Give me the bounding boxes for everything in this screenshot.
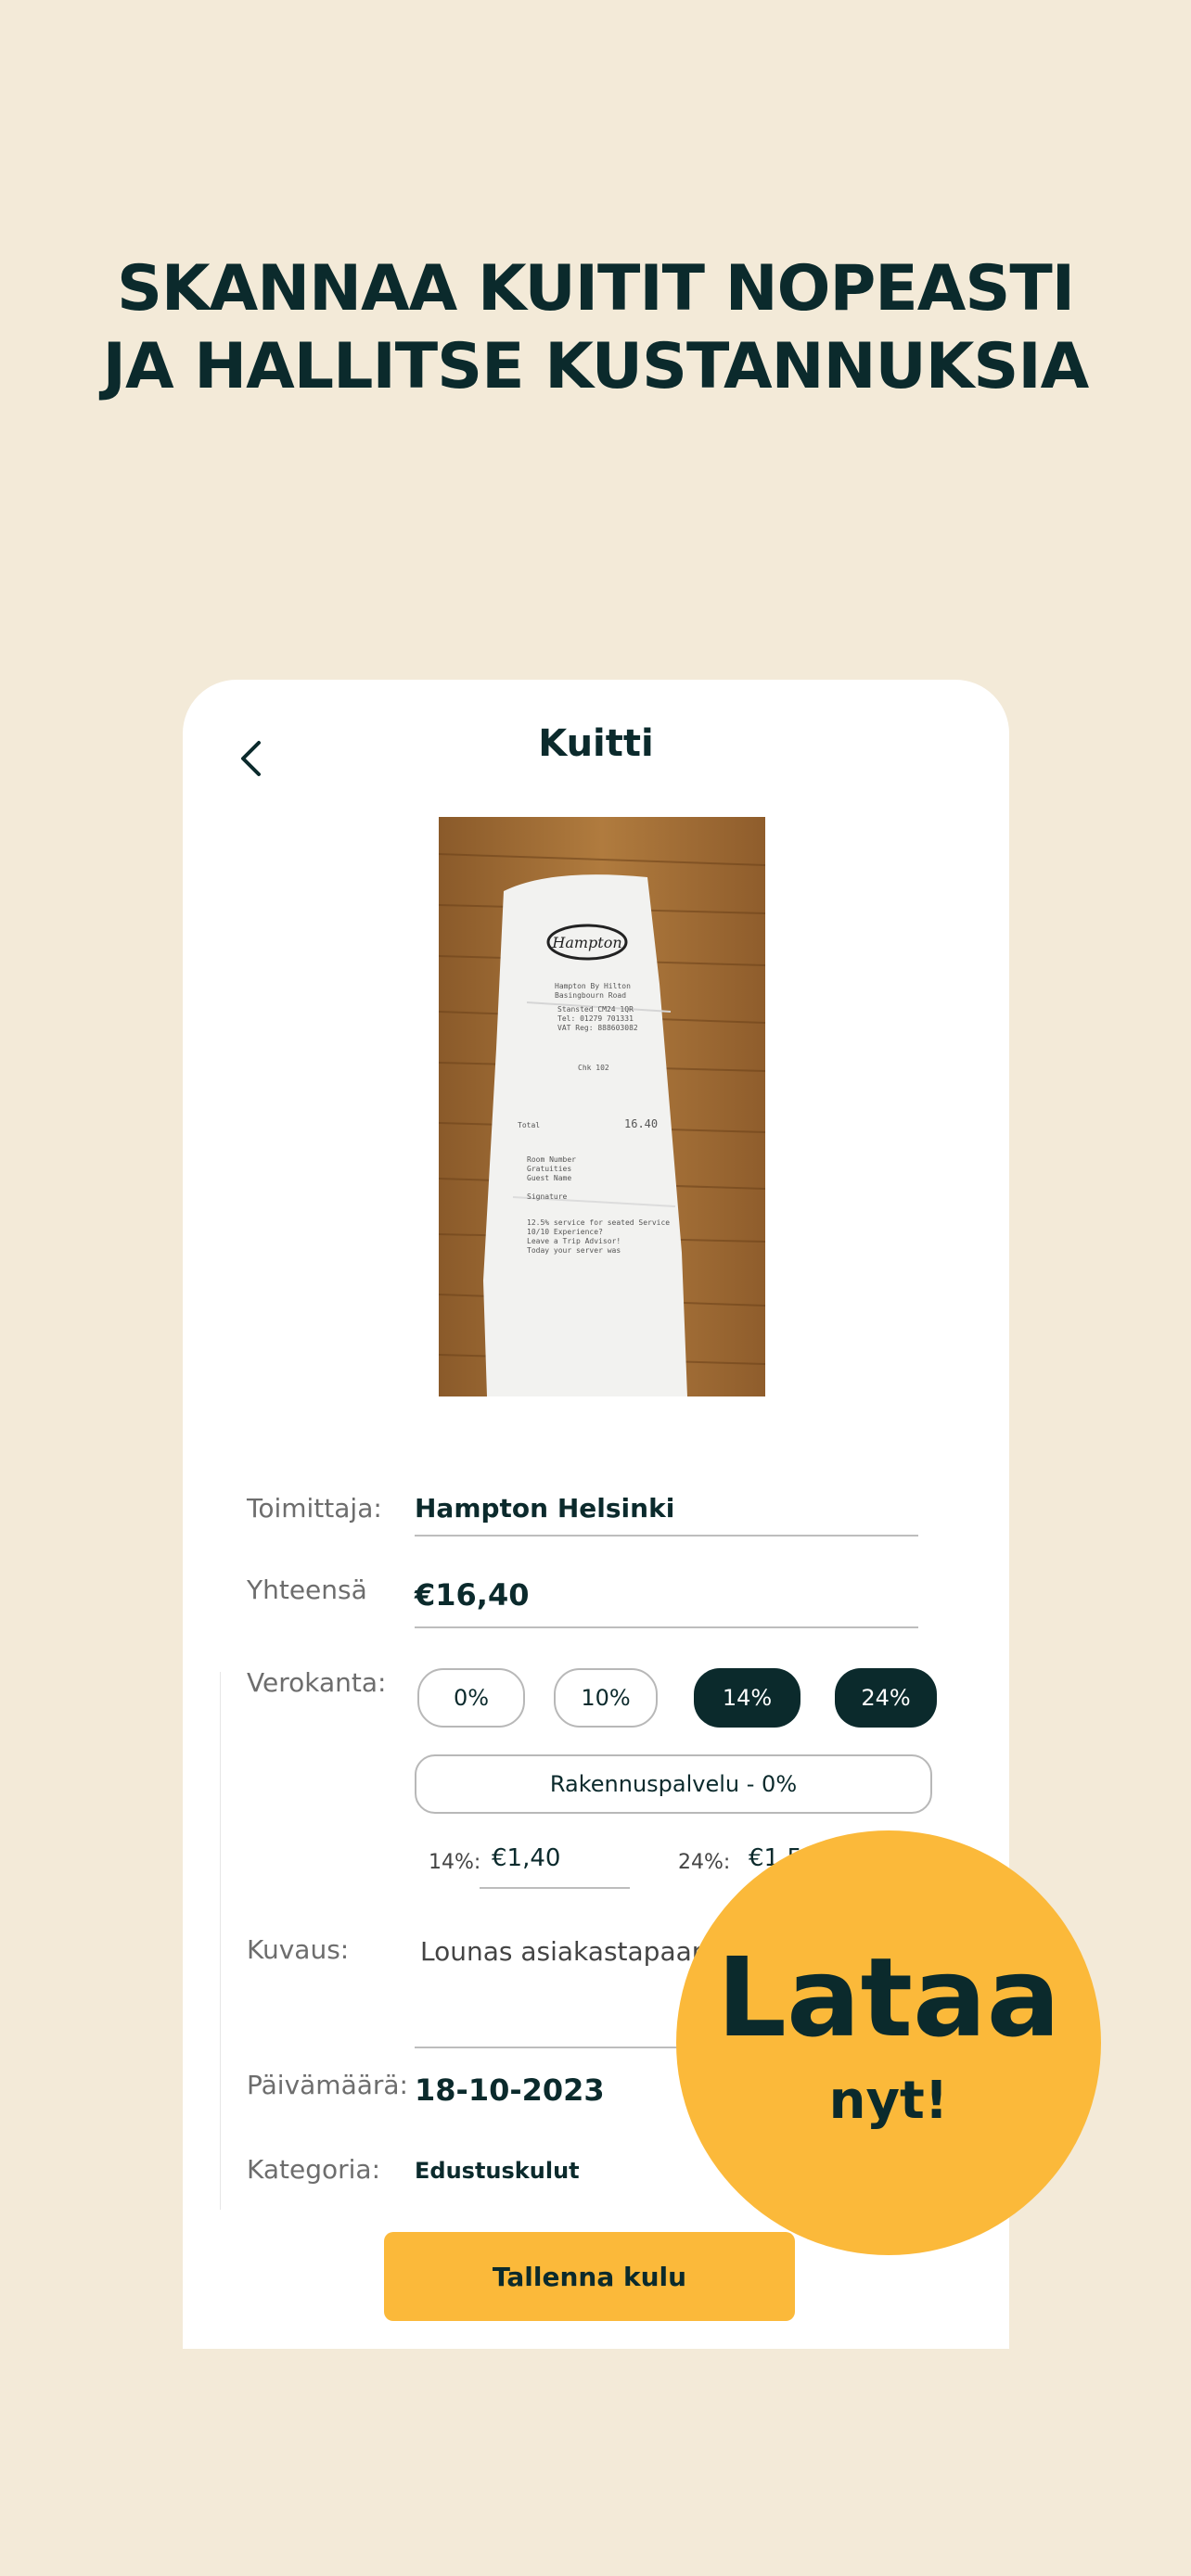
svg-text:16.40: 16.40 — [624, 1117, 658, 1130]
svg-text:12.5% service for seated Servi: 12.5% service for seated Service — [527, 1218, 670, 1227]
headline-line-2: JA HALLITSE KUSTANNUKSIA — [102, 330, 1090, 403]
svg-text:VAT Reg: 888603082: VAT Reg: 888603082 — [557, 1024, 638, 1032]
date-label: Päivämäärä: — [247, 2070, 408, 2100]
vat14-underline — [480, 1887, 630, 1889]
construction-service-option[interactable]: Rakennuspalvelu - 0% — [415, 1754, 932, 1814]
vat-option-10[interactable]: 10% — [554, 1668, 658, 1728]
headline: SKANNAA KUITIT NOPEASTI JA HALLITSE KUST… — [0, 250, 1191, 406]
svg-text:Guest Name: Guest Name — [527, 1174, 571, 1182]
svg-text:Tel: 01279 701331: Tel: 01279 701331 — [557, 1014, 634, 1023]
description-label: Kuvaus: — [247, 1934, 350, 1965]
total-underline — [415, 1626, 918, 1628]
category-label: Kategoria: — [247, 2154, 381, 2185]
total-value[interactable]: €16,40 — [415, 1577, 529, 1613]
badge-title: Lataa — [716, 1933, 1061, 2061]
vat-option-0[interactable]: 0% — [417, 1668, 525, 1728]
svg-text:Basingbourn Road: Basingbourn Road — [555, 991, 626, 1000]
vat-label: Verokanta: — [247, 1667, 387, 1698]
vat14-input[interactable]: €1,40 — [492, 1844, 560, 1872]
vat24-label: 24%: — [678, 1851, 731, 1874]
headline-line-1: SKANNAA KUITIT NOPEASTI — [116, 252, 1075, 325]
receipt-photo[interactable]: Hampton Hampton By Hilton Basingbourn Ro… — [438, 817, 766, 1396]
save-expense-button[interactable]: Tallenna kulu — [384, 2232, 795, 2321]
form-divider — [220, 1672, 221, 2210]
svg-text:Signature: Signature — [527, 1192, 568, 1201]
vat14-label: 14%: — [429, 1851, 481, 1874]
svg-text:Stansted CM24 1QR: Stansted CM24 1QR — [557, 1005, 634, 1014]
supplier-label: Toimittaja: — [247, 1493, 382, 1524]
badge-subtitle: nyt! — [828, 2071, 949, 2131]
svg-text:Hampton By Hilton: Hampton By Hilton — [555, 982, 631, 990]
download-now-badge[interactable]: Lataa nyt! — [676, 1830, 1101, 2255]
svg-text:Today your server was: Today your server was — [527, 1246, 621, 1255]
vat-option-24[interactable]: 24% — [835, 1668, 937, 1728]
total-label: Yhteensä — [247, 1575, 367, 1605]
vat-option-14[interactable]: 14% — [694, 1668, 800, 1728]
svg-text:10/10 Experience?: 10/10 Experience? — [527, 1228, 603, 1236]
svg-text:Total: Total — [518, 1121, 540, 1129]
svg-text:Chk 102: Chk 102 — [578, 1064, 609, 1072]
category-value[interactable]: Edustuskulut — [415, 2158, 580, 2184]
supplier-value[interactable]: Hampton Helsinki — [415, 1493, 674, 1524]
svg-text:Leave a Trip Advisor!: Leave a Trip Advisor! — [527, 1237, 621, 1245]
svg-text:Gratuities: Gratuities — [527, 1165, 571, 1173]
svg-text:Room Number: Room Number — [527, 1155, 576, 1164]
receipt-brand: Hampton — [551, 934, 621, 951]
supplier-underline — [415, 1535, 918, 1537]
date-value[interactable]: 18-10-2023 — [415, 2072, 605, 2108]
screen-title: Kuitti — [538, 722, 654, 765]
